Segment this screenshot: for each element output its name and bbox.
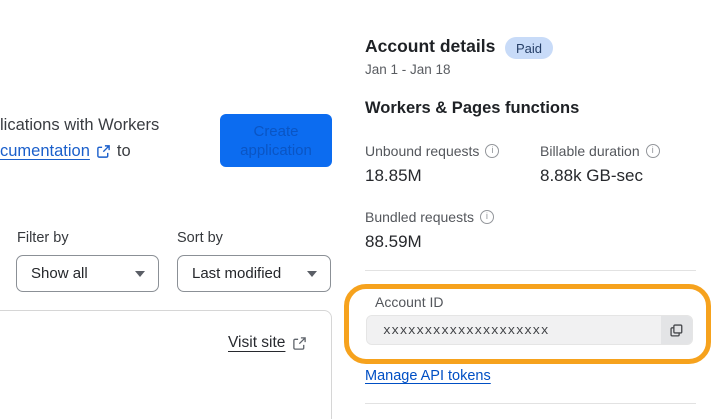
chevron-down-icon [307,270,317,277]
account-details-title: Account details [365,36,496,56]
account-id-input[interactable] [367,316,661,344]
metric-label: Bundled requests i [365,209,494,225]
create-application-label-line2: application [240,141,312,159]
copy-icon [669,323,684,338]
metric-label-text: Unbound requests [365,143,480,159]
create-application-button[interactable]: Create application [220,114,332,167]
metric-label: Billable duration i [540,143,660,159]
intro-text-line2: cumentation to [0,142,131,161]
external-link-icon [96,144,111,159]
metric-billable-duration: Billable duration i 8.88k GB-sec [540,143,660,186]
info-icon[interactable]: i [479,210,494,224]
create-application-label-line1: Create [253,122,299,140]
visit-site-row: Visit site [228,334,307,352]
metric-label-text: Bundled requests [365,209,474,225]
metric-label: Unbound requests i [365,143,500,159]
intro-text-line1: lications with Workers [0,116,160,134]
sort-by-label: Sort by [177,230,223,246]
sort-dropdown-value: Last modified [192,265,282,282]
visit-site-link[interactable]: Visit site [228,334,285,352]
external-link-icon [292,336,307,351]
divider [365,403,696,404]
metric-value: 18.85M [365,166,422,185]
workers-dashboard: lications with Workers cumentation to Cr… [0,0,718,419]
filter-dropdown-value: Show all [31,265,88,282]
billing-date-range: Jan 1 - Jan 18 [365,62,451,77]
metric-value: 8.88k GB-sec [540,166,643,185]
sort-dropdown[interactable]: Last modified [177,255,331,292]
metric-unbound-requests: Unbound requests i 18.85M [365,143,500,186]
metric-label-text: Billable duration [540,143,640,159]
account-id-label: Account ID [375,294,444,310]
metric-bundled-requests: Bundled requests i 88.59M [365,209,494,252]
info-icon[interactable]: i [645,144,660,158]
intro-text-suffix: to [116,142,131,160]
usage-section-title: Workers & Pages functions [365,99,580,117]
documentation-link[interactable]: cumentation [0,142,90,161]
account-id-field-group [366,315,693,345]
filter-by-label: Filter by [17,230,69,246]
filter-dropdown[interactable]: Show all [16,255,159,292]
manage-api-tokens-link[interactable]: Manage API tokens [365,368,491,384]
chevron-down-icon [135,270,145,277]
divider [365,270,696,271]
plan-badge: Paid [505,37,554,59]
project-card [0,310,332,419]
info-icon[interactable]: i [485,144,500,158]
copy-button[interactable] [661,316,692,344]
metric-value: 88.59M [365,232,422,251]
